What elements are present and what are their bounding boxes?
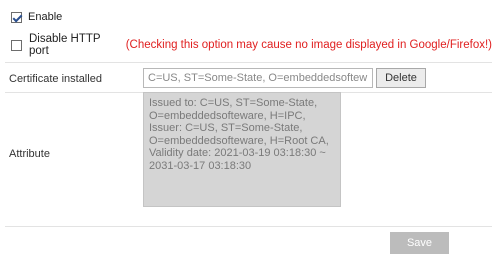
delete-button[interactable]: Delete: [376, 68, 426, 88]
attribute-textarea[interactable]: Issued to: C=US, ST=Some-State, O=embedd…: [143, 92, 341, 207]
disable-http-label: Disable HTTP port: [29, 33, 101, 57]
divider: [5, 62, 492, 63]
attribute-line: O=embeddedsofteware, H=Root CA,: [149, 134, 329, 147]
https-settings-panel: Enable Disable HTTP port (Checking this …: [0, 0, 492, 255]
certificate-field[interactable]: C=US, ST=Some-State, O=embeddedsoftew: [143, 68, 373, 88]
certificate-label: Certificate installed: [9, 73, 102, 85]
attribute-label: Attribute: [9, 148, 50, 160]
divider: [5, 226, 492, 227]
enable-checkbox[interactable]: [11, 11, 22, 23]
attribute-line: 2031-03-17 03:18:30: [149, 159, 252, 172]
attribute-line: O=embeddedsofteware, H=IPC,: [149, 109, 306, 122]
attribute-line: Validity date: 2021-03-19 03:18:30 ~: [149, 147, 326, 160]
attribute-line: Issuer: C=US, ST=Some-State,: [149, 122, 303, 135]
enable-label: Enable: [28, 11, 63, 23]
http-warning-text: (Checking this option may cause no image…: [125, 39, 492, 51]
save-button[interactable]: Save: [390, 232, 449, 254]
disable-http-row: Disable HTTP port (Checking this option …: [11, 33, 492, 57]
disable-http-checkbox[interactable]: [11, 39, 22, 51]
attribute-line: Issued to: C=US, ST=Some-State,: [149, 97, 318, 109]
enable-row: Enable: [11, 10, 492, 24]
